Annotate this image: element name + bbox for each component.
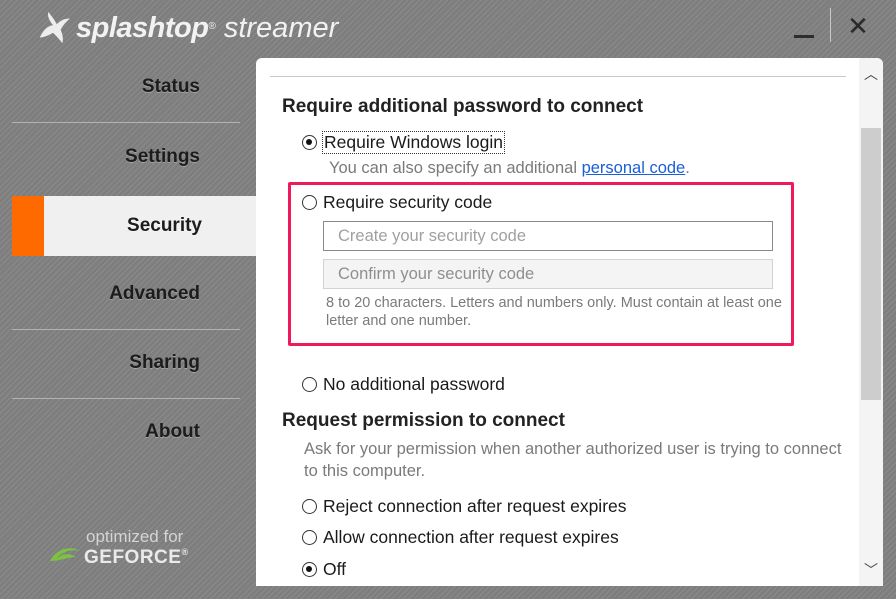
radio-require-windows-login[interactable]: Require Windows login [302,131,505,154]
sidebar-item-label: Advanced [109,283,200,304]
sidebar-item-advanced[interactable]: Advanced [12,260,242,328]
logo-text-streamer: streamer [223,11,339,44]
radio-button[interactable] [302,195,317,210]
radio-label: Reject connection after request expires [323,496,627,516]
radio-label: Off [323,559,347,579]
windows-login-hint: You can also specify an additional perso… [329,159,690,177]
personal-code-link[interactable]: personal code [582,159,686,177]
logo-trademark: ® [208,20,216,32]
sidebar-item-security[interactable]: Security [12,196,258,256]
radio-button[interactable] [302,530,317,545]
radio-no-additional-password[interactable]: No additional password [302,374,505,395]
radio-button[interactable] [302,499,317,514]
titlebar-divider [830,8,831,42]
title-bar: splashtop ® streamer ✕ [0,0,896,58]
scroll-down-icon[interactable]: ﹀ [859,556,883,584]
confirm-security-code-input[interactable]: Confirm your security code [323,259,773,289]
sidebar-item-settings[interactable]: Settings [12,123,242,191]
close-icon: ✕ [847,11,869,41]
panel-top-divider [270,76,846,77]
sidebar-item-label: Status [141,76,200,97]
sidebar-item-label: Security [127,215,202,236]
security-panel: Require additional password to connect R… [256,58,883,586]
logo-text-splashtop: splashtop [76,11,209,44]
sidebar-item-label: Sharing [129,352,200,373]
radio-label: Require security code [323,192,493,212]
radio-require-security-code[interactable]: Require security code [302,192,492,213]
nvidia-eye-icon [50,548,80,561]
radio-button-checked[interactable] [302,135,317,150]
app-logo: splashtop ® streamer [34,8,338,48]
sidebar-item-status[interactable]: Status [12,53,242,121]
radio-off[interactable]: Off [302,559,346,580]
sidebar-item-label: About [145,421,200,442]
close-button[interactable]: ✕ [840,6,876,46]
create-security-code-input[interactable]: Create your security code [323,221,773,251]
vertical-scrollbar[interactable]: ︿ ﹀ [859,58,883,586]
radio-allow-connection[interactable]: Allow connection after request expires [302,527,619,548]
scrollbar-thumb[interactable] [861,128,881,400]
sidebar-item-label: Settings [125,146,200,167]
splashtop-bird-icon [39,11,71,44]
radio-button[interactable] [302,377,317,392]
minimize-icon [794,35,814,38]
radio-button-checked[interactable] [302,562,317,577]
radio-label: Require Windows login [322,131,505,154]
security-code-rules: 8 to 20 characters. Letters and numbers … [326,295,782,329]
geforce-optimized-text: optimized for [86,527,184,546]
geforce-badge: optimized for GEFORCE® [48,527,208,575]
active-accent-bar [12,196,44,256]
sidebar-item-sharing[interactable]: Sharing [12,329,242,397]
radio-reject-connection[interactable]: Reject connection after request expires [302,496,627,517]
permission-section-title: Request permission to connect [282,410,565,431]
geforce-wordmark: GEFORCE® [84,547,189,568]
scroll-up-icon[interactable]: ︿ [859,60,883,88]
sidebar-item-about[interactable]: About [12,398,242,466]
sidebar-nav: Status Settings Security Advanced Sharin… [12,53,258,523]
minimize-button[interactable] [786,6,822,46]
radio-label: No additional password [323,374,505,394]
permission-description: Ask for your permission when another aut… [304,440,842,480]
password-section-title: Require additional password to connect [282,96,644,117]
radio-label: Allow connection after request expires [323,527,619,547]
